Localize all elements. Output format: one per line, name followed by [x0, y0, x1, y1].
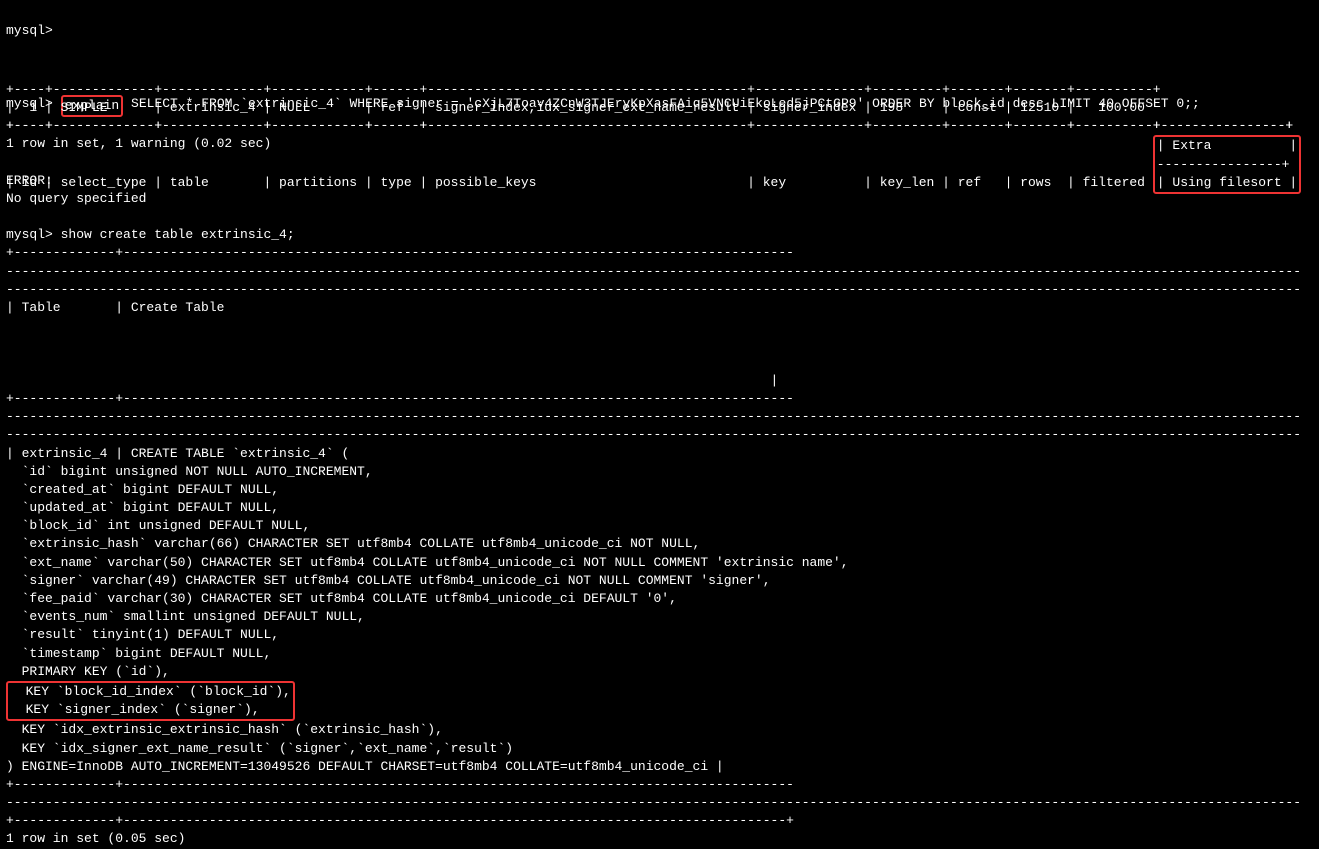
column-def: `updated_at` bigint DEFAULT NULL, [6, 500, 279, 515]
explain-row: | 1 | SIMPLE | extrinsic_4 | NULL | ref … [6, 100, 1153, 115]
primary-key: PRIMARY KEY (`id`), [6, 664, 170, 679]
explain-result: 1 row in set, 1 warning (0.02 sec) [6, 136, 271, 151]
column-def: `extrinsic_hash` varchar(66) CHARACTER S… [6, 536, 700, 551]
column-def: `result` tinyint(1) DEFAULT NULL, [6, 627, 279, 642]
column-def: `ext_name` varchar(50) CHARACTER SET utf… [6, 555, 849, 570]
column-def: `id` bigint unsigned NOT NULL AUTO_INCRE… [6, 464, 373, 479]
table-border: ----------------------------------------… [6, 282, 1301, 297]
table-border: +-------------+-------------------------… [6, 777, 794, 792]
table-border: +-------------+-------------------------… [6, 813, 794, 828]
column-def: `created_at` bigint DEFAULT NULL, [6, 482, 279, 497]
table-border: ----------------------------------------… [6, 409, 1301, 424]
show-create-result: 1 row in set (0.05 sec) [6, 831, 185, 846]
key-def: KEY `signer_index` (`signer`), [10, 702, 260, 717]
column-def: `signer` varchar(49) CHARACTER SET utf8m… [6, 573, 771, 588]
show-create-command: mysql> show create table extrinsic_4; [6, 227, 295, 242]
table-border: ----------------------------------------… [6, 795, 1301, 810]
blank-cell: | [6, 373, 778, 388]
error-label: ERROR: [6, 173, 53, 188]
key-def: KEY `idx_extrinsic_extrinsic_hash` (`ext… [6, 722, 443, 737]
create-table-header: | Table | Create Table [6, 300, 224, 315]
mysql-prompt: mysql> [6, 23, 53, 38]
create-table-start: | extrinsic_4 | CREATE TABLE `extrinsic_… [6, 446, 349, 461]
column-def: `timestamp` bigint DEFAULT NULL, [6, 646, 271, 661]
column-def: `fee_paid` varchar(30) CHARACTER SET utf… [6, 591, 677, 606]
table-border: +----+-------------+-------------+------… [6, 118, 1293, 133]
key-def: KEY `block_id_index` (`block_id`), [10, 684, 291, 699]
highlight-keys: KEY `block_id_index` (`block_id`), KEY `… [6, 681, 295, 721]
terminal-overlay: mysql> explain SELECT * FROM `extrinsic_… [6, 4, 1301, 849]
column-def: `events_num` smallint unsigned DEFAULT N… [6, 609, 365, 624]
table-border: +-------------+-------------------------… [6, 391, 794, 406]
table-border: +----+-------------+-------------+------… [6, 82, 1161, 97]
table-border: ----------------------------------------… [6, 427, 1301, 442]
column-def: `block_id` int unsigned DEFAULT NULL, [6, 518, 310, 533]
engine-line: ) ENGINE=InnoDB AUTO_INCREMENT=13049526 … [6, 759, 724, 774]
table-border: +-------------+-------------------------… [6, 245, 794, 260]
table-border: ----------------------------------------… [6, 264, 1301, 279]
error-message: No query specified [6, 191, 146, 206]
